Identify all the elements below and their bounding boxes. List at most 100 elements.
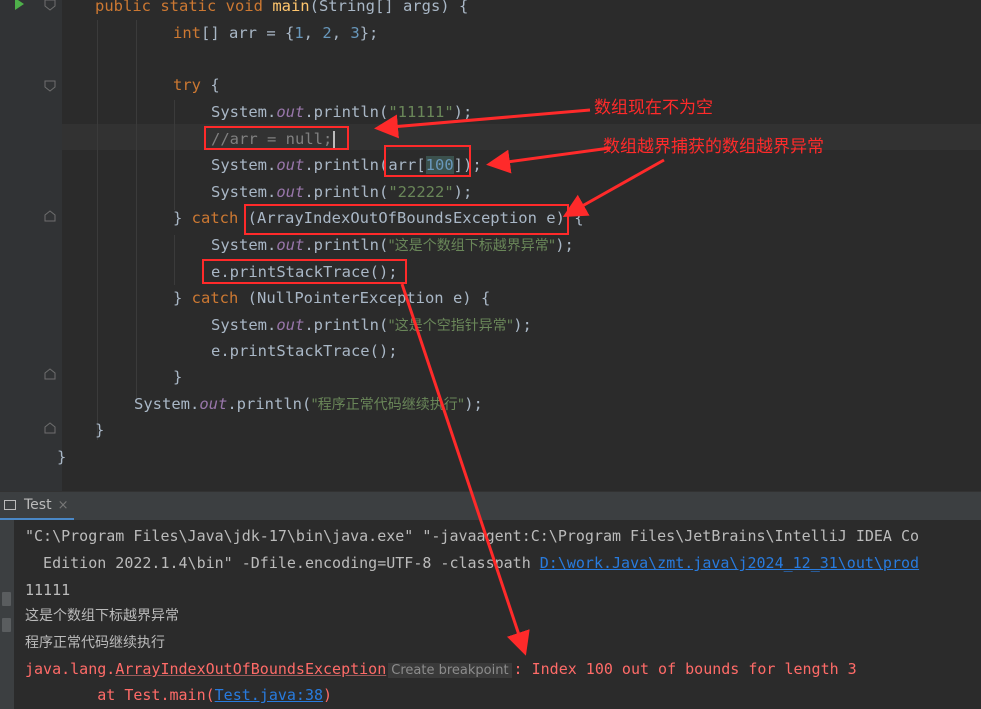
create-breakpoint-button[interactable]: Create breakpoint	[388, 663, 512, 678]
code-token: out	[276, 316, 305, 334]
code-token: {	[201, 76, 220, 94]
code-line[interactable]: }	[57, 447, 66, 467]
current-line-highlight	[62, 124, 981, 150]
line-number	[0, 8, 6, 18]
stack-trace-prefix: at Test.main(	[25, 686, 215, 704]
stack-trace-suffix: )	[323, 686, 333, 704]
code-token: }	[173, 368, 183, 386]
console-output[interactable]: "C:\Program Files\Java\jdk-17\bin\java.e…	[0, 520, 981, 709]
code-line[interactable]: System.out.println("这是个空指针异常");	[211, 315, 532, 335]
code-token: .println(	[304, 316, 389, 334]
code-token: ,	[303, 24, 323, 42]
code-token: "这是个空指针异常"	[388, 318, 514, 334]
code-token: (NullPointerException e) {	[238, 289, 491, 307]
code-token: ,	[331, 24, 351, 42]
run-panel-header: Test ×	[0, 491, 981, 521]
code-line[interactable]: System.out.println("程序正常代码继续执行");	[134, 394, 483, 414]
code-token: (String[] args) {	[309, 0, 469, 15]
classpath-link[interactable]: D:\work.Java\zmt.java\j2024_12_31\out\pr…	[540, 554, 919, 572]
code-line[interactable]: e.printStackTrace();	[211, 341, 398, 361]
code-line[interactable]: System.out.println("11111");	[211, 102, 472, 122]
line-number	[0, 300, 6, 310]
line-number	[0, 35, 6, 45]
line-number	[0, 379, 6, 389]
run-tab-test[interactable]: Test ×	[0, 492, 75, 521]
code-line[interactable]: try {	[173, 75, 220, 95]
code-line[interactable]: }	[173, 367, 182, 387]
fold-toggle-icon[interactable]	[44, 368, 56, 380]
indent-guide	[136, 20, 137, 400]
console-output-line: 这是个数组下标越界异常	[25, 608, 179, 624]
console-tool-icon[interactable]	[2, 592, 11, 606]
line-number	[0, 114, 6, 124]
code-token: out	[276, 236, 305, 254]
code-token: "11111"	[388, 103, 454, 121]
fold-toggle-icon[interactable]	[44, 80, 56, 92]
code-token: System.	[211, 236, 277, 254]
code-editor[interactable]: public static void main(String[] args) {…	[0, 0, 981, 491]
code-token: );	[555, 236, 574, 254]
indent-guide	[97, 20, 98, 440]
code-token: "这是个数组下标越界异常"	[388, 238, 556, 254]
code-token: );	[453, 103, 473, 121]
code-token: "22222"	[388, 183, 454, 201]
close-icon[interactable]: ×	[58, 498, 69, 513]
code-token: .println(	[304, 103, 389, 121]
code-line[interactable]: System.out.println("22222");	[211, 182, 472, 202]
code-token: main	[272, 0, 310, 15]
exception-message: : Index 100 out of bounds for length 3	[513, 660, 857, 678]
line-number	[0, 247, 6, 257]
line-number	[0, 326, 6, 336]
line-number	[0, 273, 6, 283]
code-token: System.	[211, 103, 277, 121]
line-number	[0, 141, 6, 151]
console-output-line: 程序正常代码继续执行	[25, 635, 165, 651]
code-line[interactable]: } catch (NullPointerException e) {	[173, 288, 490, 308]
stack-trace-line: at Test.main(Test.java:38)	[25, 685, 332, 705]
fold-toggle-icon[interactable]	[44, 0, 56, 11]
exception-class-link[interactable]: ArrayIndexOutOfBoundsException	[115, 660, 386, 678]
code-line[interactable]: }	[95, 420, 104, 440]
line-number	[0, 220, 6, 230]
line-number	[0, 432, 6, 442]
console-tool-icon[interactable]	[2, 618, 11, 632]
fold-toggle-icon[interactable]	[44, 422, 56, 434]
code-token: }	[173, 209, 192, 227]
console-command-text: Edition 2022.1.4\bin" -Dfile.encoding=UT…	[25, 554, 540, 572]
code-token: }	[95, 421, 105, 439]
code-token: .println(	[304, 183, 389, 201]
console-toolbar	[0, 520, 14, 709]
editor-gutter[interactable]	[0, 0, 62, 491]
exception-line: java.lang.ArrayIndexOutOfBoundsException…	[25, 659, 857, 679]
code-token: out	[276, 183, 305, 201]
line-number	[0, 167, 6, 177]
code-token: 2	[322, 24, 332, 42]
code-token: }	[173, 289, 192, 307]
indent-guide	[174, 235, 175, 285]
code-token: catch	[191, 209, 239, 227]
code-token: );	[453, 183, 473, 201]
code-token: out	[276, 156, 305, 174]
code-token: };	[359, 24, 379, 42]
code-token: try	[173, 76, 201, 94]
code-token: );	[513, 316, 532, 334]
annotation-box-catch-type	[244, 204, 569, 235]
annotation-caught: 数组越界捕获的数组越界异常	[603, 137, 824, 157]
code-token: 1	[294, 24, 304, 42]
code-token: System.	[211, 316, 277, 334]
code-line[interactable]: System.out.println("这是个数组下标越界异常");	[211, 235, 574, 255]
run-icon[interactable]	[15, 0, 24, 10]
code-line[interactable]: public static void main(String[] args) {	[95, 0, 468, 16]
code-token: .println(	[304, 236, 389, 254]
code-line[interactable]: int[] arr = {1, 2, 3};	[173, 23, 378, 43]
code-token: out	[276, 103, 305, 121]
code-token: }	[57, 448, 67, 466]
console-icon	[4, 500, 16, 510]
line-number	[0, 353, 6, 363]
fold-toggle-icon[interactable]	[44, 210, 56, 222]
stack-trace-link[interactable]: Test.java:38	[215, 686, 323, 704]
line-number	[0, 406, 6, 416]
code-token: );	[464, 395, 483, 413]
code-token: public static void	[95, 0, 273, 15]
code-token: System.	[211, 183, 277, 201]
